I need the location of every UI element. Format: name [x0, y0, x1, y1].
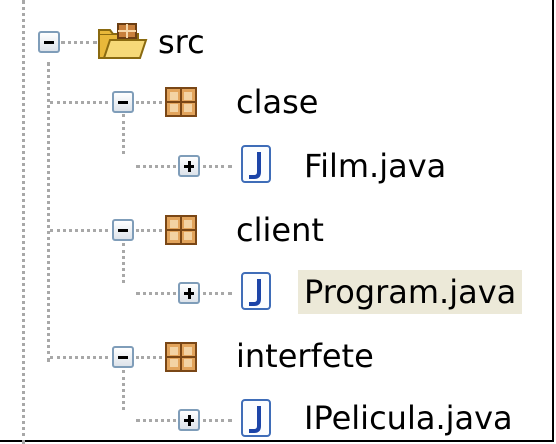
- tree-guide-line: [136, 229, 162, 232]
- tree-guide-line: [22, 0, 25, 444]
- package-icon: [165, 87, 197, 117]
- collapse-toggle[interactable]: [112, 219, 134, 241]
- tree-guide-line: [136, 356, 162, 359]
- tree-guide-line: [47, 62, 50, 362]
- tree-node-label: client: [236, 211, 324, 249]
- folder-package-icon: [98, 23, 148, 59]
- tree-guide-line: [122, 243, 125, 283]
- tree-guide-line: [50, 101, 108, 104]
- java-file-icon: [241, 399, 271, 437]
- tree-node-label: clase: [236, 83, 319, 121]
- collapse-toggle[interactable]: [38, 31, 60, 53]
- tree-guide-line: [61, 41, 97, 44]
- tree-node-label-selected: Program.java: [298, 270, 523, 314]
- collapse-toggle[interactable]: [112, 91, 134, 113]
- tree-guide-line: [136, 101, 162, 104]
- package-icon: [165, 215, 197, 245]
- package-icon: [165, 342, 197, 372]
- expand-toggle[interactable]: [178, 155, 200, 177]
- tree-guide-line: [50, 229, 108, 232]
- tree-node-label: src: [158, 23, 205, 61]
- java-file-icon: [241, 272, 271, 310]
- tree-guide-line: [50, 356, 108, 359]
- tree-guide-line: [122, 370, 125, 410]
- java-file-icon: [241, 145, 271, 183]
- tree-node-label: IPelicula.java: [304, 399, 513, 437]
- tree-guide-line: [122, 114, 125, 154]
- tree-node-label: Film.java: [304, 147, 447, 185]
- tree-node-label: interfete: [236, 337, 374, 375]
- collapse-toggle[interactable]: [112, 346, 134, 368]
- expand-toggle[interactable]: [178, 409, 200, 431]
- expand-toggle[interactable]: [178, 282, 200, 304]
